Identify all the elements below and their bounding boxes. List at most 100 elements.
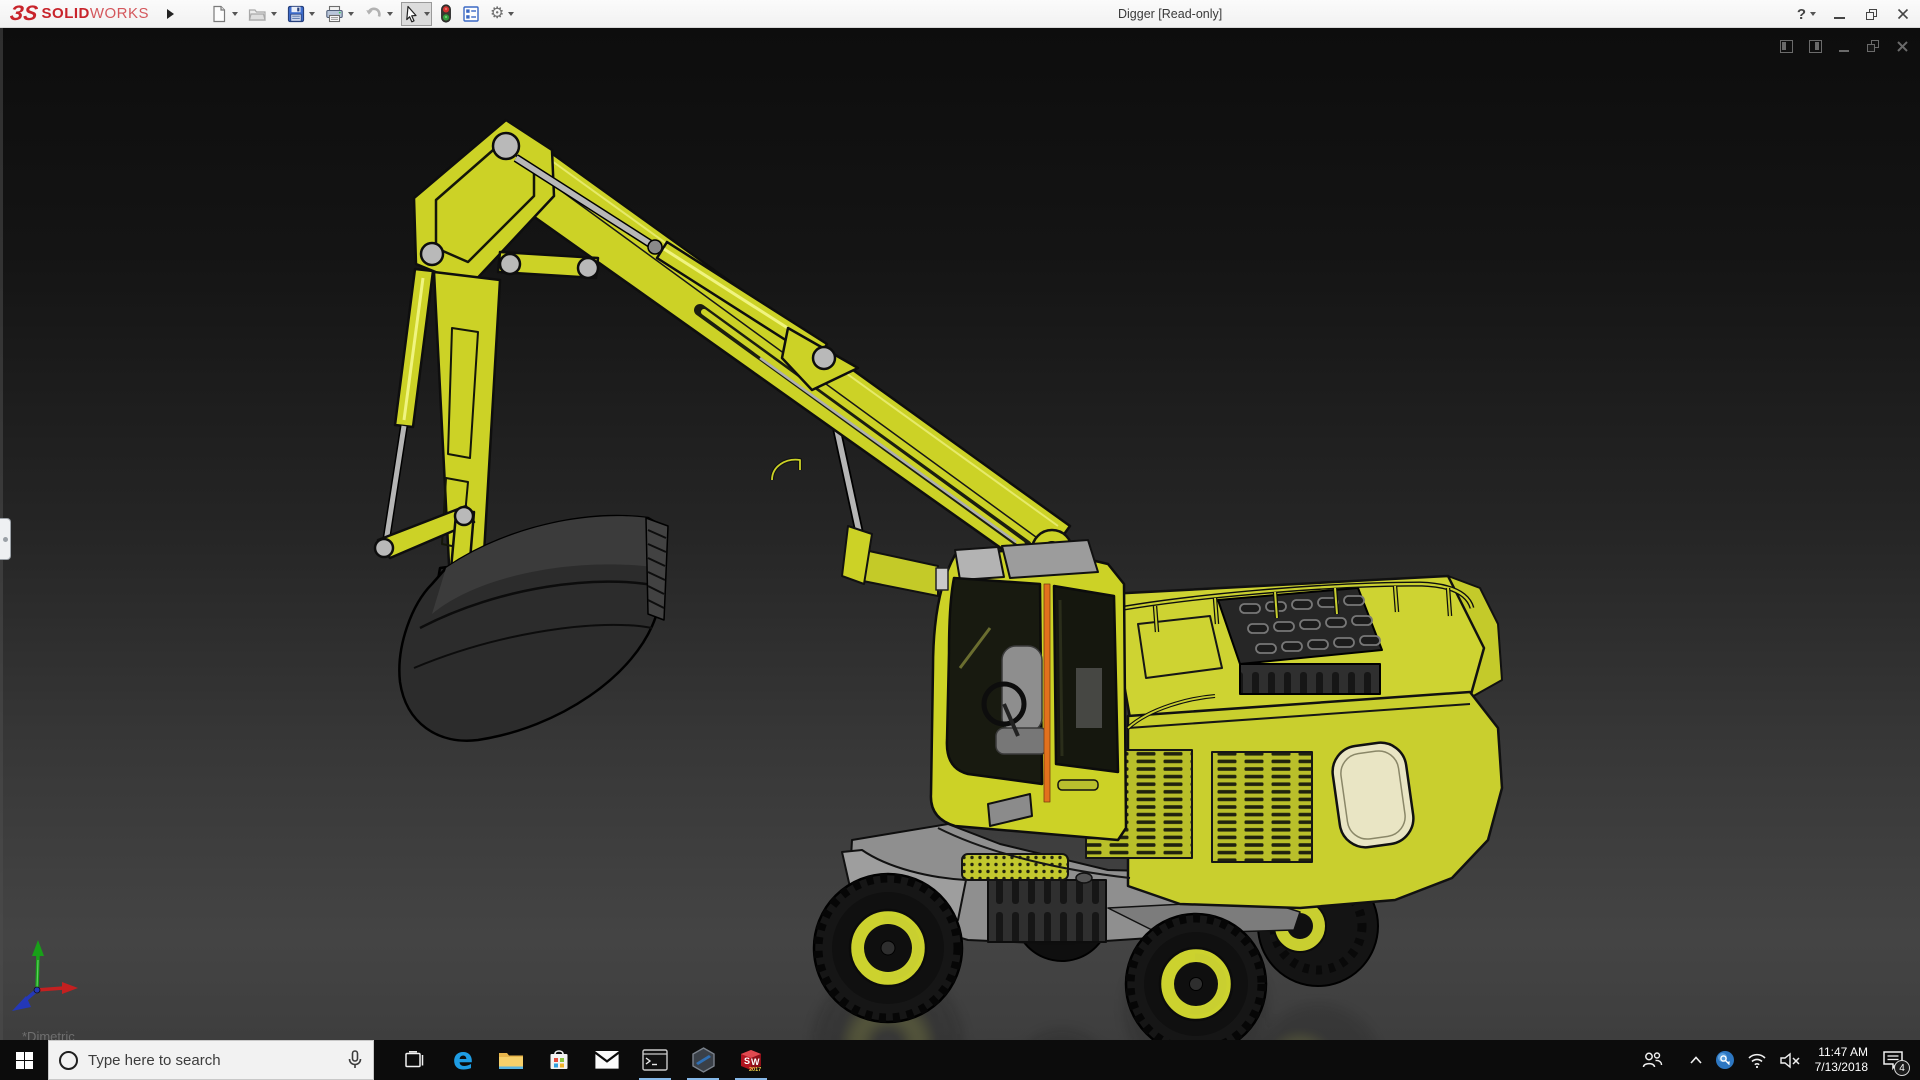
cortana-icon — [59, 1050, 78, 1070]
command-prompt-icon — [642, 1049, 668, 1071]
store-button[interactable] — [535, 1040, 583, 1080]
print-button[interactable] — [323, 2, 356, 26]
new-document-dropdown[interactable] — [232, 11, 239, 16]
undo-dropdown[interactable] — [387, 11, 394, 16]
svg-text:S: S — [744, 1056, 750, 1066]
help-icon: ? — [1796, 5, 1806, 23]
panel-expand-icon — [2, 536, 8, 542]
options-dropdown[interactable] — [508, 11, 515, 16]
edge-button[interactable]: e — [439, 1040, 487, 1080]
save-icon — [287, 5, 305, 22]
display-settings-button[interactable] — [460, 2, 482, 26]
notification-count-badge: 4 — [1894, 1060, 1910, 1076]
solidworks-logo-solid: SOLID — [41, 5, 90, 22]
quick-toolbar: ⚙ — [208, 1, 522, 26]
pane-right-icon — [1808, 39, 1822, 53]
options-button[interactable]: ⚙ — [488, 2, 516, 26]
hexagon-app-icon — [691, 1047, 715, 1073]
people-icon — [1642, 1052, 1662, 1068]
search-input[interactable] — [88, 1051, 337, 1069]
minimize-icon — [1833, 17, 1845, 19]
wheel-front-left — [812, 872, 964, 1024]
store-icon — [550, 1050, 568, 1069]
mail-icon — [594, 1051, 620, 1070]
graphics-area[interactable]: *Dimetric — [0, 28, 1920, 1040]
start-button[interactable] — [0, 1040, 48, 1080]
taskbar-search[interactable] — [48, 1040, 374, 1080]
gear-icon: ⚙ — [490, 4, 505, 22]
mail-button[interactable] — [583, 1040, 631, 1080]
window-controls: ? — [1797, 0, 1912, 28]
display-settings-icon — [463, 5, 479, 22]
solidworks-logo-works: WORKS — [89, 5, 150, 22]
select-tool-dropdown[interactable] — [424, 11, 431, 16]
select-cursor-icon — [406, 5, 417, 22]
restore-icon — [1865, 8, 1877, 20]
taskbar-apps: e S W 2017 — [391, 1040, 775, 1080]
windows-taskbar: e — [0, 1040, 1920, 1080]
new-document-icon — [213, 5, 226, 22]
print-icon — [326, 5, 343, 22]
network-button[interactable] — [1741, 1040, 1773, 1080]
appearance-stoplight-button[interactable] — [438, 1, 454, 26]
edge-icon: e — [452, 1042, 474, 1077]
blue-sphere-key-icon — [1715, 1051, 1734, 1069]
file-explorer-button[interactable] — [487, 1040, 535, 1080]
tray-app-button[interactable] — [1709, 1040, 1741, 1080]
save-dropdown[interactable] — [309, 11, 316, 16]
save-button[interactable] — [285, 2, 317, 26]
undo-icon — [366, 6, 381, 17]
doc-restore-icon — [1867, 40, 1879, 52]
volume-muted-icon — [1779, 1052, 1800, 1068]
select-tool-button[interactable] — [401, 1, 433, 26]
doc-restore-button[interactable] — [1865, 38, 1881, 54]
task-view-button[interactable] — [391, 1040, 439, 1080]
solidworks-logo-glyph: ЗS — [8, 2, 40, 25]
microphone-icon[interactable] — [347, 1050, 363, 1070]
document-title: Digger [Read-only] — [1118, 7, 1223, 21]
system-tray: 11:47 AM 7/13/2018 4 — [1635, 1040, 1920, 1080]
task-view-icon — [405, 1051, 424, 1068]
doc-minimize-button[interactable] — [1836, 38, 1852, 54]
solidworks-window: ЗS SOLID WORKS ⚙ Digger [Read-only] ? *D… — [0, 0, 1920, 1080]
solidworks-logo: ЗS SOLID WORKS — [0, 0, 159, 28]
chevron-up-icon — [1690, 1056, 1702, 1064]
windows-logo-icon — [15, 1051, 33, 1069]
action-center-button[interactable]: 4 — [1876, 1040, 1914, 1080]
digger-model[interactable] — [0, 28, 1920, 1040]
close-icon — [1897, 8, 1909, 20]
undo-button[interactable] — [362, 2, 395, 26]
new-document-button[interactable] — [208, 2, 240, 26]
view-orientation-label: *Dimetric — [22, 1029, 75, 1040]
close-button[interactable] — [1894, 5, 1912, 23]
svg-text:W: W — [751, 1057, 760, 1067]
solidworks-2017-button[interactable]: S W 2017 — [727, 1040, 775, 1080]
help-button[interactable]: ? — [1797, 6, 1816, 23]
doc-minimize-icon — [1839, 49, 1849, 52]
volume-button[interactable] — [1773, 1040, 1807, 1080]
pane-right-button[interactable] — [1807, 38, 1823, 54]
pane-left-icon — [1779, 39, 1793, 53]
solidworks-2017-icon: S W 2017 — [741, 1050, 761, 1073]
doc-close-icon — [1896, 40, 1908, 52]
menu-flyout-arrow-icon[interactable] — [167, 8, 175, 19]
taskbar-clock[interactable]: 11:47 AM 7/13/2018 — [1807, 1045, 1876, 1075]
file-explorer-icon — [499, 1053, 523, 1069]
people-button[interactable] — [1635, 1040, 1669, 1080]
open-button[interactable] — [246, 2, 279, 26]
open-folder-icon — [248, 8, 266, 21]
titlebar: ЗS SOLID WORKS ⚙ Digger [Read-only] ? — [0, 0, 1920, 28]
pane-left-button[interactable] — [1778, 38, 1794, 54]
orientation-triad — [12, 940, 78, 1011]
restore-button[interactable] — [1862, 5, 1880, 23]
minimize-button[interactable] — [1830, 5, 1848, 23]
help-dropdown[interactable] — [1810, 12, 1816, 16]
doc-close-button[interactable] — [1894, 38, 1910, 54]
wifi-icon — [1748, 1053, 1766, 1068]
print-dropdown[interactable] — [348, 11, 355, 16]
command-prompt-button[interactable] — [631, 1040, 679, 1080]
open-dropdown[interactable] — [271, 11, 278, 16]
show-hidden-icons-button[interactable] — [1683, 1040, 1709, 1080]
feature-manager-collapsed-tab[interactable] — [0, 518, 11, 560]
hexagon-app-button[interactable] — [679, 1040, 727, 1080]
